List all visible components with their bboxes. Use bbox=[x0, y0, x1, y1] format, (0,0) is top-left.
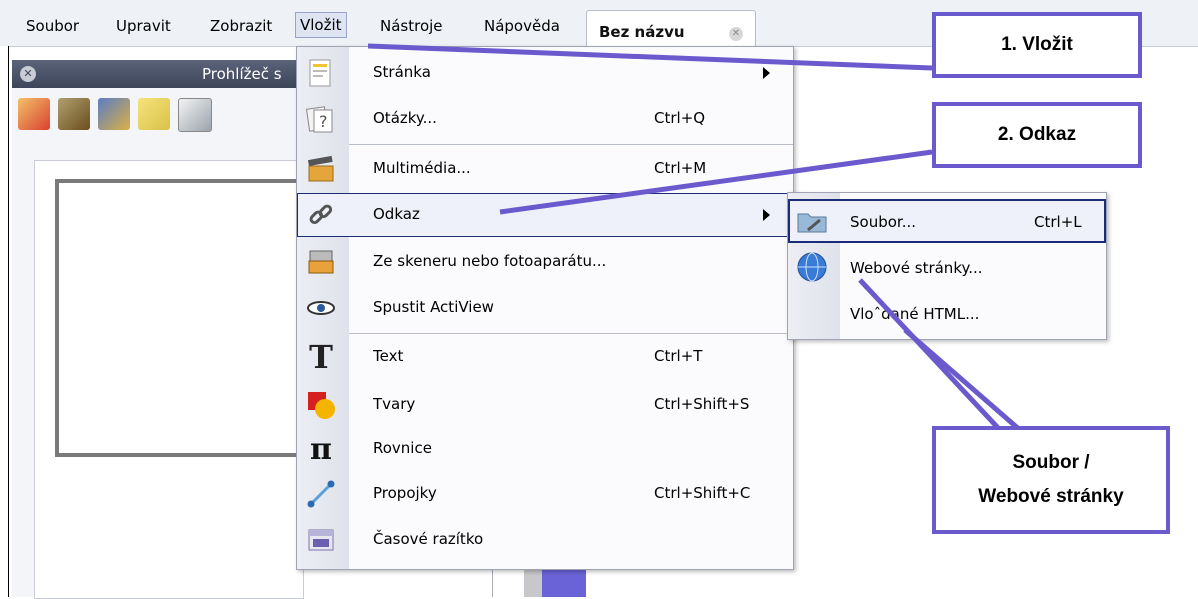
callout-text: Soubor / bbox=[1012, 452, 1090, 473]
callout-text: 2. Odkaz bbox=[997, 124, 1077, 145]
callout-step-1: 1. Vložit bbox=[932, 12, 1142, 78]
callout-text: Webové stránky bbox=[978, 486, 1124, 507]
callout-text: 1. Vložit bbox=[1001, 34, 1073, 55]
callout-step-2: 2. Odkaz bbox=[932, 102, 1142, 168]
callout-step-3: Soubor / Webové stránky bbox=[932, 426, 1170, 534]
